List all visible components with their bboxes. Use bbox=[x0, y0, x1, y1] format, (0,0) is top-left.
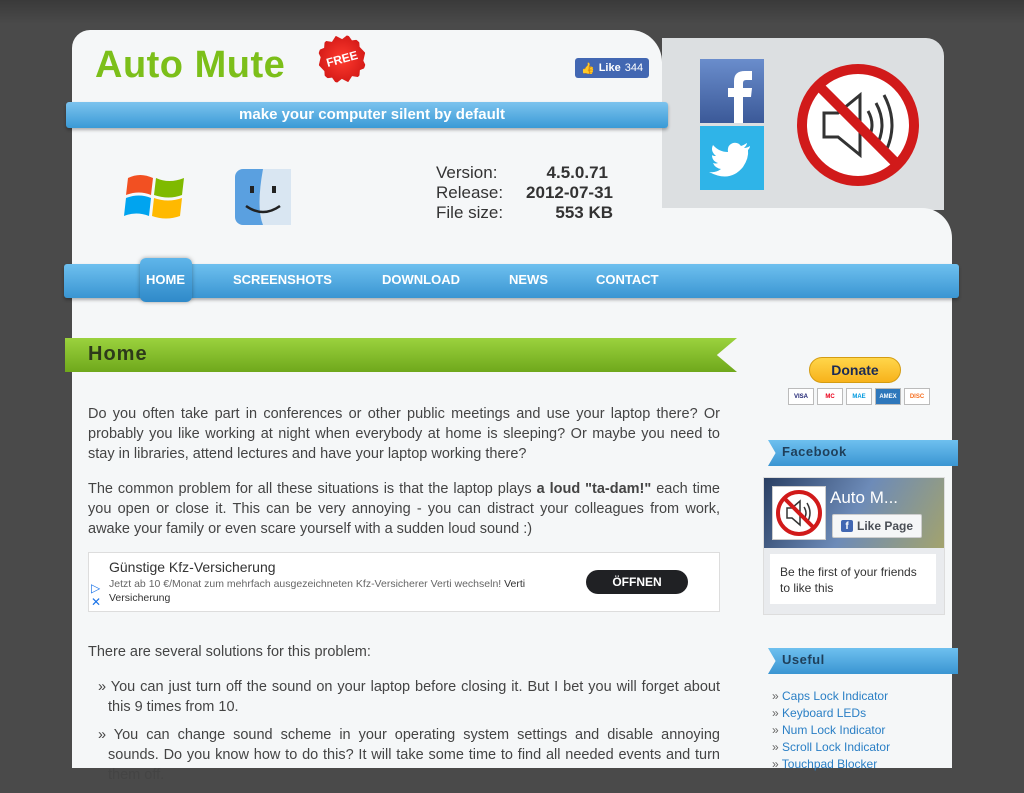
link-scroll-lock-indicator[interactable]: Scroll Lock Indicator bbox=[772, 739, 890, 756]
twitter-icon[interactable] bbox=[700, 126, 764, 190]
list-item: » You can just turn off the sound on you… bbox=[98, 679, 720, 715]
donate-button[interactable]: Donate bbox=[809, 357, 901, 383]
ad-title[interactable]: Günstige Kfz-Versicherung bbox=[109, 559, 276, 575]
filesize-value: 553 KB bbox=[555, 203, 613, 222]
ad-text: Jetzt ab 10 €/Monat zum mehrfach ausgeze… bbox=[109, 577, 569, 605]
payment-cards: VISA MC MAE AMEX DISC bbox=[788, 388, 930, 405]
useful-heading: Useful bbox=[782, 652, 825, 667]
site-title[interactable]: Auto Mute bbox=[95, 44, 285, 87]
fb-friends-text: Be the first of your friends to like thi… bbox=[770, 554, 936, 604]
nav-news[interactable]: NEWS bbox=[509, 272, 548, 287]
ad-open-button[interactable]: ÖFFNEN bbox=[586, 570, 688, 594]
facebook-f-icon: f bbox=[840, 520, 853, 532]
fb-page-name[interactable]: Auto M... bbox=[830, 488, 898, 508]
ad-choices-icons[interactable]: ▷ ✕ bbox=[91, 581, 101, 609]
mastercard-icon: MC bbox=[817, 388, 843, 405]
nav-download[interactable]: DOWNLOAD bbox=[382, 272, 460, 287]
fb-like-page-label: Like Page bbox=[856, 519, 914, 533]
version-info: Version: 4.5.0.71 Release: 2012-07-31 Fi… bbox=[436, 163, 616, 223]
nav-home[interactable]: HOME bbox=[146, 272, 185, 287]
tagline: make your computer silent by default bbox=[239, 106, 505, 123]
list-item: » You can change sound scheme in your op… bbox=[98, 727, 720, 783]
facebook-heading: Facebook bbox=[782, 444, 847, 459]
fb-page-avatar-icon[interactable] bbox=[772, 486, 826, 540]
link-keyboard-leds[interactable]: Keyboard LEDs bbox=[772, 705, 890, 722]
paragraph-1: Do you often take part in conferences or… bbox=[88, 406, 720, 462]
tagline-bar: make your computer silent by default bbox=[66, 102, 668, 128]
filesize-row: File size: 553 KB bbox=[436, 203, 616, 223]
paragraph-2-bold: a loud "ta-dam!" bbox=[536, 481, 652, 497]
page-heading-bar bbox=[65, 338, 737, 372]
ad-description: Jetzt ab 10 €/Monat zum mehrfach ausgeze… bbox=[109, 578, 502, 590]
windows-logo-icon[interactable] bbox=[124, 168, 186, 224]
useful-links: Caps Lock Indicator Keyboard LEDs Num Lo… bbox=[772, 688, 890, 773]
like-count: 344 bbox=[624, 62, 644, 74]
release-row: Release: 2012-07-31 bbox=[436, 183, 616, 203]
paragraph-2: The common problem for all these situati… bbox=[88, 479, 720, 539]
paragraph-2-start: The common problem for all these situati… bbox=[88, 481, 537, 497]
paragraph-3: There are several solutions for this pro… bbox=[88, 644, 371, 660]
mute-logo-icon bbox=[797, 64, 919, 186]
article-body: Do you often take part in conferences or… bbox=[88, 404, 720, 554]
like-label: Like bbox=[598, 62, 621, 74]
visa-card-icon: VISA bbox=[788, 388, 814, 405]
solutions-intro: There are several solutions for this pro… bbox=[88, 642, 720, 677]
discover-icon: DISC bbox=[904, 388, 930, 405]
release-label: Release: bbox=[436, 183, 504, 202]
advertisement[interactable]: ▷ ✕ Günstige Kfz-Versicherung Jetzt ab 10… bbox=[88, 552, 720, 612]
version-value: 4.5.0.71 bbox=[546, 163, 608, 182]
link-caps-lock-indicator[interactable]: Caps Lock Indicator bbox=[772, 688, 890, 705]
nav-screenshots[interactable]: SCREENSHOTS bbox=[233, 272, 332, 287]
thumbs-up-icon: 👍 bbox=[581, 62, 595, 75]
maestro-icon: MAE bbox=[846, 388, 872, 405]
filesize-label: File size: bbox=[436, 203, 504, 222]
amex-icon: AMEX bbox=[875, 388, 901, 405]
version-row: Version: 4.5.0.71 bbox=[436, 163, 616, 183]
link-touchpad-blocker[interactable]: Touchpad Blocker bbox=[772, 756, 890, 773]
version-label: Version: bbox=[436, 163, 498, 182]
page-title: Home bbox=[88, 343, 148, 365]
facebook-page-widget[interactable]: Auto M... f Like Page Be the first of yo… bbox=[763, 477, 945, 615]
facebook-icon[interactable] bbox=[700, 59, 764, 123]
facebook-like-button[interactable]: 👍 Like 344 bbox=[575, 58, 650, 78]
nav-contact[interactable]: CONTACT bbox=[596, 272, 659, 287]
release-value: 2012-07-31 bbox=[526, 183, 613, 202]
fb-like-page-button[interactable]: f Like Page bbox=[832, 514, 922, 538]
top-strip bbox=[0, 0, 1024, 24]
mac-finder-icon[interactable] bbox=[234, 168, 292, 226]
solutions-list: » You can just turn off the sound on you… bbox=[98, 677, 720, 793]
link-num-lock-indicator[interactable]: Num Lock Indicator bbox=[772, 722, 890, 739]
